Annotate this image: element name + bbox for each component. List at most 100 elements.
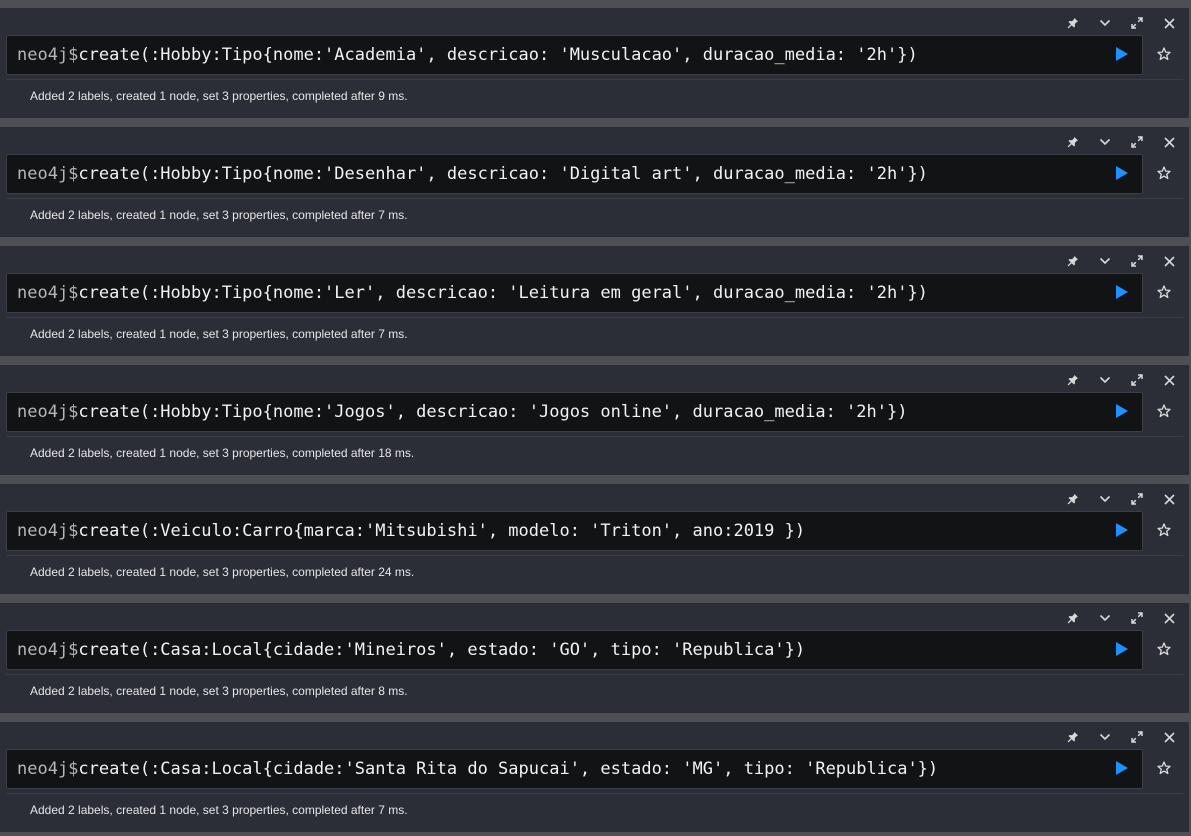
frame-toolbar [1057,131,1185,153]
editor-prompt: neo4j$ [17,521,79,541]
chevron-down-icon [1099,733,1111,741]
result-summary: Added 2 labels, created 1 node, set 3 pr… [6,555,1183,587]
star-icon [1157,641,1171,661]
favorite-button[interactable] [1155,46,1173,66]
star-icon [1157,284,1171,304]
fullscreen-button[interactable] [1121,369,1153,391]
frame-toolbar [1057,250,1185,272]
close-frame-button[interactable] [1153,488,1185,510]
frame-toolbar [1057,607,1185,629]
close-icon [1163,731,1175,743]
query-text: create(:Hobby:Tipo{nome:'Desenhar', desc… [78,164,928,184]
close-frame-button[interactable] [1153,607,1185,629]
result-summary: Added 2 labels, created 1 node, set 3 pr… [6,436,1183,468]
expand-icon [1131,612,1143,624]
play-icon [1115,641,1129,662]
pin-button[interactable] [1057,12,1089,34]
run-query-button[interactable] [1114,522,1130,540]
close-frame-button[interactable] [1153,369,1185,391]
star-icon [1157,760,1171,780]
collapse-button[interactable] [1089,726,1121,748]
query-frame: neo4j$ create(:Hobby:Tipo{nome:'Ler', de… [0,246,1189,356]
query-editor[interactable]: neo4j$ create(:Hobby:Tipo{nome:'Academia… [6,35,1143,75]
query-editor[interactable]: neo4j$ create(:Casa:Local{cidade:'Santa … [6,749,1143,789]
favorite-button[interactable] [1155,403,1173,423]
query-editor[interactable]: neo4j$ create(:Hobby:Tipo{nome:'Ler', de… [6,273,1143,313]
editor-prompt: neo4j$ [17,164,79,184]
collapse-button[interactable] [1089,607,1121,629]
pin-icon [1067,612,1079,624]
result-summary: Added 2 labels, created 1 node, set 3 pr… [6,198,1183,230]
collapse-button[interactable] [1089,131,1121,153]
run-query-button[interactable] [1114,641,1130,662]
close-icon [1163,17,1175,29]
fullscreen-button[interactable] [1121,12,1153,34]
close-frame-button[interactable] [1153,12,1185,34]
collapse-button[interactable] [1089,250,1121,272]
fullscreen-button[interactable] [1121,131,1153,153]
expand-icon [1131,731,1143,743]
chevron-down-icon [1099,138,1111,146]
fullscreen-button[interactable] [1121,488,1153,510]
pin-button[interactable] [1057,131,1089,153]
play-icon [1115,403,1129,424]
query-editor[interactable]: neo4j$ create(:Hobby:Tipo{nome:'Jogos', … [6,392,1143,432]
favorite-button[interactable] [1155,522,1173,542]
run-query-button[interactable] [1114,403,1130,424]
fullscreen-button[interactable] [1121,250,1153,272]
pin-button[interactable] [1057,607,1089,629]
editor-prompt: neo4j$ [17,640,79,660]
query-text: create(:Veiculo:Carro{marca:'Mitsubishi'… [78,521,806,541]
query-editor[interactable]: neo4j$ create(:Casa:Local{cidade:'Mineir… [6,630,1143,670]
query-text: create(:Hobby:Tipo{nome:'Ler', descricao… [78,283,928,303]
pin-icon [1067,731,1079,743]
pin-button[interactable] [1057,488,1089,510]
query-editor[interactable]: neo4j$ create(:Hobby:Tipo{nome:'Desenhar… [6,154,1143,194]
run-query-button[interactable] [1114,760,1130,781]
query-frame: neo4j$ create(:Casa:Local{cidade:'Santa … [0,722,1189,832]
run-query-button[interactable] [1114,284,1130,302]
query-frame: neo4j$ create(:Hobby:Tipo{nome:'Academia… [0,8,1189,118]
frame-toolbar [1057,488,1185,510]
close-icon [1163,136,1175,148]
editor-prompt: neo4j$ [17,759,79,779]
favorite-button[interactable] [1155,284,1173,304]
chevron-down-icon [1099,19,1111,27]
fullscreen-button[interactable] [1121,726,1153,748]
pin-button[interactable] [1057,369,1089,391]
query-frame: neo4j$ create(:Hobby:Tipo{nome:'Jogos', … [0,365,1189,475]
star-icon [1157,403,1171,423]
play-icon [1115,165,1129,186]
result-summary: Added 2 labels, created 1 node, set 3 pr… [6,674,1183,706]
frame-toolbar [1057,12,1185,34]
favorite-button[interactable] [1155,760,1173,780]
play-icon [1115,46,1129,67]
pin-icon [1067,17,1079,29]
star-icon [1157,46,1171,66]
fullscreen-button[interactable] [1121,607,1153,629]
favorite-button[interactable] [1155,165,1173,184]
collapse-button[interactable] [1089,369,1121,391]
collapse-button[interactable] [1089,12,1121,34]
run-query-button[interactable] [1114,46,1130,67]
chevron-down-icon [1099,495,1111,503]
result-summary: Added 2 labels, created 1 node, set 3 pr… [6,317,1183,349]
pin-button[interactable] [1057,250,1089,272]
editor-prompt: neo4j$ [17,402,79,422]
star-icon [1157,522,1171,542]
expand-icon [1131,136,1143,148]
frame-toolbar [1057,369,1185,391]
play-icon [1115,760,1129,781]
collapse-button[interactable] [1089,488,1121,510]
query-text: create(:Casa:Local{cidade:'Mineiros', es… [78,640,806,660]
query-text: create(:Casa:Local{cidade:'Santa Rita do… [78,759,939,779]
query-editor[interactable]: neo4j$ create(:Veiculo:Carro{marca:'Mits… [6,511,1143,551]
close-icon [1163,374,1175,386]
pin-icon [1067,136,1079,148]
favorite-button[interactable] [1155,641,1173,661]
close-frame-button[interactable] [1153,250,1185,272]
pin-button[interactable] [1057,726,1089,748]
run-query-button[interactable] [1114,165,1130,186]
close-frame-button[interactable] [1153,131,1185,153]
close-frame-button[interactable] [1153,726,1185,748]
